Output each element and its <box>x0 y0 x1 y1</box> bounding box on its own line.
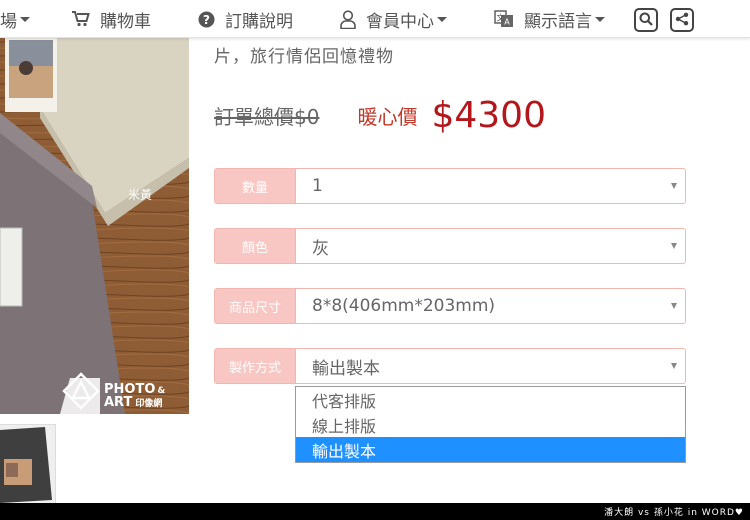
nav-item-member[interactable]: 會員中心 <box>340 0 447 38</box>
color-select[interactable]: 顏色 灰 <box>214 228 686 264</box>
logo-text-art: ART <box>104 395 133 411</box>
logo-amp: & <box>157 385 166 396</box>
dropdown-arrow-icon <box>671 363 677 369</box>
color-label: 米黃 <box>128 188 153 202</box>
dropdown-arrow-icon <box>671 243 677 249</box>
production-method-value: 輸出製本 <box>312 358 380 379</box>
footer-bar: 潘大朗 vs 孫小花 in WORD♥ <box>0 503 750 520</box>
quantity-select[interactable]: 數量 1 <box>214 168 686 204</box>
production-method-select[interactable]: 製作方式 輸出製本 <box>214 348 686 384</box>
share-button[interactable] <box>670 8 694 32</box>
dropdown-option[interactable]: 代客排版 <box>296 387 685 412</box>
chevron-down-icon <box>595 16 605 22</box>
nav-item-language[interactable]: 文A 顯示語言 <box>494 0 605 38</box>
top-navbar: 場 購物車 ? 訂購說明 會員中心 文A 顯示語言 <box>0 0 750 38</box>
logo-text-cn: 印像網 <box>135 399 163 410</box>
size-value: 8*8(406mm*203mm) <box>312 296 496 316</box>
nav-item-partial-label: 場 <box>0 11 17 32</box>
color-value: 灰 <box>312 238 329 259</box>
watermark-text: 潘大朗 vs 孫小花 in WORD♥ <box>604 508 744 518</box>
nav-item-order-info[interactable]: ? 訂購說明 <box>198 0 293 38</box>
original-price: 訂單總價$0 <box>214 104 320 129</box>
nav-item-partial[interactable]: 場 <box>0 0 30 38</box>
photo-album-illustration <box>0 38 189 414</box>
thumbnail-image <box>0 425 55 503</box>
nav-item-member-label: 會員中心 <box>366 11 434 32</box>
share-icon <box>675 11 689 30</box>
brand-logo: PHOTO & ART 印像網 <box>62 372 165 410</box>
size-select[interactable]: 商品尺寸 8*8(406mm*203mm) <box>214 288 686 324</box>
svg-text:?: ? <box>203 13 210 27</box>
chevron-down-icon <box>437 16 447 22</box>
camera-aperture-icon <box>62 372 100 410</box>
nav-item-language-label: 顯示語言 <box>524 11 592 32</box>
dropdown-arrow-icon <box>671 303 677 309</box>
warm-price-label: 暖心價 <box>357 104 418 129</box>
question-circle-icon: ? <box>198 11 215 28</box>
cart-icon <box>72 11 90 27</box>
size-label: 商品尺寸 <box>215 289 296 323</box>
price-row: 訂單總價$0 暖心價 $4300 <box>214 92 546 138</box>
user-icon <box>340 9 356 29</box>
production-method-label: 製作方式 <box>215 349 296 383</box>
dropdown-option[interactable]: 線上排版 <box>296 412 685 437</box>
dropdown-option-selected[interactable]: 輸出製本 <box>296 437 685 462</box>
translate-icon: 文A <box>494 10 514 28</box>
current-price: $4300 <box>431 94 546 136</box>
search-icon <box>639 11 653 30</box>
product-thumbnail[interactable] <box>0 424 56 504</box>
nav-item-cart[interactable]: 購物車 <box>72 0 151 38</box>
color-option-label: 顏色 <box>215 229 296 263</box>
production-method-dropdown: 代客排版 線上排版 輸出製本 <box>295 386 686 463</box>
dropdown-arrow-icon <box>671 183 677 189</box>
product-image: 米黃 PHOTO & ART 印像網 <box>0 38 189 414</box>
nav-item-cart-label: 購物車 <box>100 11 151 32</box>
quantity-label: 數量 <box>215 169 296 203</box>
search-button[interactable] <box>634 8 658 32</box>
quantity-value: 1 <box>312 176 323 196</box>
svg-text:A: A <box>504 18 510 27</box>
product-subtitle: 片，旅行情侶回憶禮物 <box>214 47 394 67</box>
nav-item-order-info-label: 訂購說明 <box>225 11 293 32</box>
chevron-down-icon <box>20 16 30 22</box>
